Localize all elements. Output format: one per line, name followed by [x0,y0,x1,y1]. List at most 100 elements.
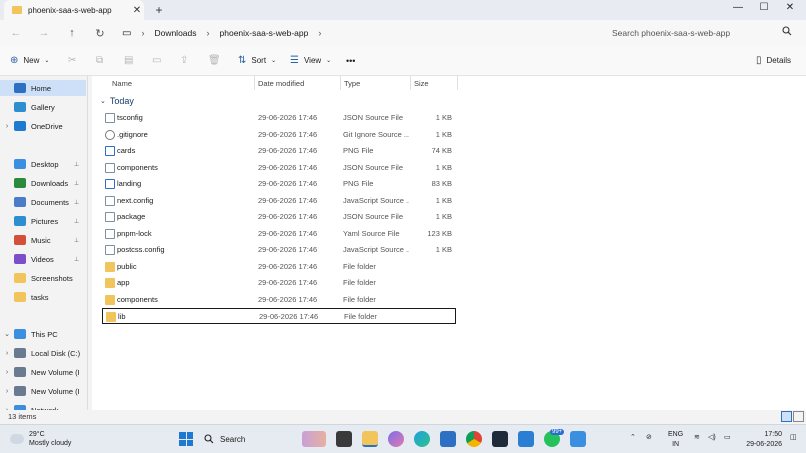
close-window-button[interactable]: ✕ [778,2,802,13]
sidebar-item-new-volume-i[interactable]: › New Volume (I [0,364,86,380]
breadcrumb[interactable]: ▭ › Downloads › phoenix-saa-s-web-app › [122,23,600,43]
paste-button[interactable]: ▤ [124,55,133,66]
file-name: lib [118,312,126,321]
chevron-icon[interactable]: › [0,350,14,357]
file-row[interactable]: .gitignore 29-06-2026 17:46 Git Ignore Sou… [102,127,456,143]
file-explorer-icon[interactable] [362,431,378,447]
column-divider[interactable] [340,76,341,90]
cut-button[interactable]: ✂ [68,55,76,66]
tiles-view-toggle[interactable] [793,411,804,422]
group-header-today[interactable]: ⌄ Today [100,96,134,106]
file-row[interactable]: components 29-06-2026 17:46 File folder [102,292,456,308]
wifi-icon[interactable]: ≋ [694,433,700,441]
new-button[interactable]: ⊕ New ⌄ [10,55,49,66]
up-button[interactable]: ↑ [58,27,86,39]
clock[interactable]: 17:50 29-06-2026 [746,430,782,450]
sidebar-item-videos[interactable]: Videos ⊥ [0,251,86,267]
notification-icon[interactable]: ◫ [790,433,797,441]
chevron-right-icon[interactable]: › [318,28,321,38]
sidebar-item-onedrive[interactable]: › OneDrive [0,118,86,134]
sort-button[interactable]: ⇅ Sort ⌄ [238,55,276,66]
sidebar-item-tasks[interactable]: tasks [0,289,86,305]
chevron-icon[interactable]: › [0,388,14,395]
tab-title: phoenix-saa-s-web-app [28,5,112,15]
column-type[interactable]: Type [344,79,360,88]
location-icon[interactable]: ⊘ [646,433,652,441]
details-button[interactable]: ▯ Details [756,55,791,66]
chevron-up-icon[interactable]: ⌃ [630,433,636,441]
monitor-icon[interactable]: ▭ [122,28,131,39]
terminal-icon[interactable] [336,431,352,447]
file-row[interactable]: pnpm-lock 29-06-2026 17:46 Yaml Source Fil… [102,226,456,242]
file-row[interactable]: components 29-06-2026 17:46 JSON Source Fi… [102,160,456,176]
file-row[interactable]: package 29-06-2026 17:46 JSON Source File 1… [102,209,456,225]
cloud-icon [14,121,26,131]
file-row[interactable]: tsconfig 29-06-2026 17:46 JSON Source File… [102,110,456,126]
chrome-icon[interactable] [466,431,482,447]
volume-icon[interactable]: ◁) [708,433,716,441]
breadcrumb-current-folder[interactable]: phoenix-saa-s-web-app [220,28,309,38]
sidebar-item-home[interactable]: Home [0,80,86,96]
battery-icon[interactable]: ▭ [724,433,731,441]
chevron-icon[interactable]: › [0,123,14,130]
app-icon[interactable] [492,431,508,447]
column-size[interactable]: Size [414,79,429,88]
column-name[interactable]: Name [112,79,132,88]
sidebar-item-local-disk-c[interactable]: › Local Disk (C:) [0,345,86,361]
people-widget-icon[interactable] [302,431,326,447]
sidebar-item-screenshots[interactable]: Screenshots [0,270,86,286]
sidebar-item-network[interactable]: › Network [0,402,86,410]
file-row[interactable]: next.config 29-06-2026 17:46 JavaScript So… [102,193,456,209]
search-icon [782,26,792,39]
delete-button[interactable]: 🗑 [208,55,221,66]
taskbar-search[interactable]: Search [200,430,290,448]
sidebar-item-this-pc[interactable]: ⌄ This PC [0,326,86,342]
more-options-button[interactable]: ••• [346,56,355,66]
chevron-right-icon: › [141,28,145,38]
explorer-tab[interactable]: phoenix-saa-s-web-app ✕ [4,0,144,20]
chevron-icon[interactable]: ⌄ [0,330,14,338]
sidebar-item-pictures[interactable]: Pictures ⊥ [0,213,86,229]
file-row[interactable]: cards 29-06-2026 17:46 PNG File 74 KB [102,143,456,159]
file-row[interactable]: public 29-06-2026 17:46 File folder [102,259,456,275]
tab-close-icon[interactable]: ✕ [130,5,144,16]
weather-widget[interactable]: 29°C Mostly cloudy [10,430,71,448]
sidebar-item-music[interactable]: Music ⊥ [0,232,86,248]
sidebar-item-new-volume-i[interactable]: › New Volume (I [0,383,86,399]
sidebar-item-desktop[interactable]: Desktop ⊥ [0,156,86,172]
copy-button[interactable]: ⧉ [96,55,103,66]
details-view-toggle[interactable] [781,411,792,422]
sidebar-item-gallery[interactable]: Gallery [0,99,86,115]
column-divider[interactable] [410,76,411,90]
maximize-button[interactable]: ☐ [752,2,776,13]
back-button[interactable]: ← [2,27,30,39]
breadcrumb-downloads[interactable]: Downloads [154,28,196,38]
start-button[interactable] [179,432,193,446]
new-tab-button[interactable]: + [152,3,166,17]
file-row[interactable]: lib 29-06-2026 17:46 File folder [102,308,456,324]
sidebar-item-documents[interactable]: Documents ⊥ [0,194,86,210]
app-icon[interactable] [570,431,586,447]
forward-button[interactable]: → [30,27,58,39]
column-divider[interactable] [457,76,458,90]
search-input[interactable]: Search phoenix-saa-s-web-app [604,23,800,43]
refresh-button[interactable]: ↻ [86,27,114,40]
share-button[interactable]: ⇪ [180,55,188,66]
rename-button[interactable]: ▭ [152,55,161,66]
file-row[interactable]: app 29-06-2026 17:46 File folder [102,275,456,291]
column-divider[interactable] [254,76,255,90]
sidebar-item-downloads[interactable]: Downloads ⊥ [0,175,86,191]
chevron-icon[interactable]: › [0,369,14,376]
edge-icon[interactable] [414,431,430,447]
view-button[interactable]: ☰ View ⌄ [290,55,331,66]
file-date-modified: 29-06-2026 17:46 [258,245,318,254]
file-row[interactable]: postcss.config 29-06-2026 17:46 JavaScript… [102,242,456,258]
store-icon[interactable] [440,431,456,447]
minimize-button[interactable]: — [726,2,750,13]
column-date-modified[interactable]: Date modified [258,79,304,88]
copilot-icon[interactable] [388,431,404,447]
file-row[interactable]: landing 29-06-2026 17:46 PNG File 83 KB [102,176,456,192]
language-indicator[interactable]: ENG IN [668,430,683,450]
vscode-icon[interactable] [518,431,534,447]
notification-badge: 99+ [550,429,565,435]
